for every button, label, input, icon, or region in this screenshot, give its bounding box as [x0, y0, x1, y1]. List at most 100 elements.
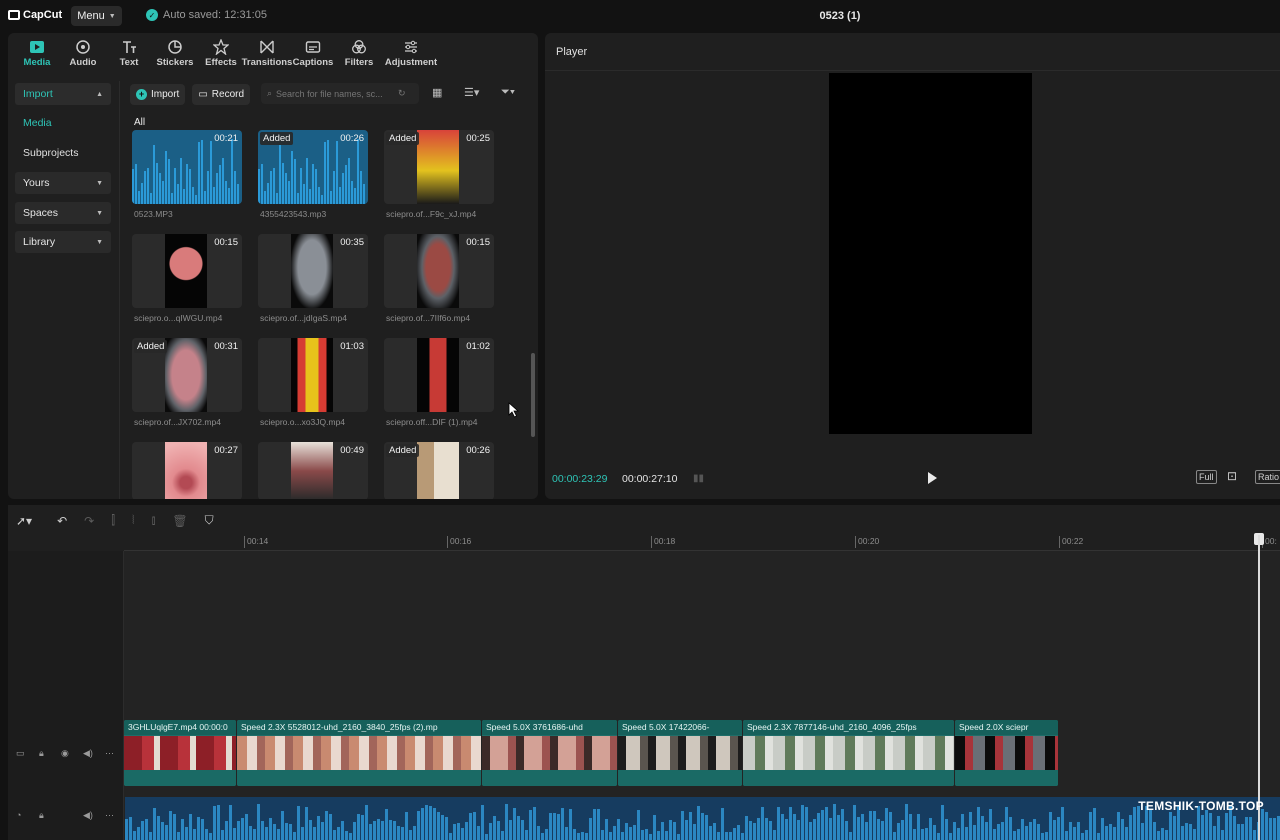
full-button[interactable]: Full — [1196, 470, 1217, 484]
import-button[interactable]: + Import — [130, 83, 186, 105]
waveform-bar — [318, 187, 320, 204]
eye-icon[interactable]: ◉ — [61, 748, 69, 759]
media-card[interactable]: 00:21 — [132, 130, 242, 204]
waveform-bar — [1245, 817, 1248, 840]
play-icon[interactable] — [925, 471, 939, 485]
transitions-icon — [260, 40, 274, 53]
split-right-icon[interactable]: ⫾ — [152, 513, 156, 528]
speaker-icon[interactable]: ◀︎) — [83, 810, 93, 821]
video-clip[interactable]: 3GHLUqlgE7.mp4 00:00:0 — [124, 720, 236, 786]
sidebar-item-yours[interactable]: Yours ▼ — [15, 172, 111, 194]
waveform-bar — [1273, 818, 1276, 840]
playhead[interactable] — [1258, 535, 1260, 840]
media-card[interactable]: 00:15 — [384, 234, 494, 308]
select-tool-icon[interactable]: ➚▾ — [16, 514, 32, 528]
video-clip[interactable]: Speed 2.0X sciepr — [955, 720, 1058, 786]
video-clip[interactable]: Speed 2.3X 5528012-uhd_2160_3840_25fps (… — [237, 720, 481, 786]
waveform-bar — [557, 814, 560, 840]
waveform-bar — [189, 168, 191, 204]
media-card[interactable]: Added 00:26 — [384, 442, 494, 499]
tab-captions[interactable]: Captions — [290, 33, 336, 73]
audio-clip[interactable] — [125, 797, 1280, 840]
waveform-bar — [749, 820, 752, 840]
media-card[interactable]: Added 00:26 — [258, 130, 368, 204]
redo-icon[interactable]: ↷ — [84, 514, 94, 528]
added-badge: Added — [134, 340, 168, 353]
tab-media[interactable]: Media — [14, 33, 60, 73]
tab-label: Stickers — [156, 56, 194, 68]
more-icon[interactable]: ⋯ — [105, 810, 114, 821]
waveform-bar — [513, 807, 516, 840]
tab-transitions[interactable]: Transitions — [242, 33, 292, 73]
sidebar-item-library[interactable]: Library ▼ — [15, 231, 111, 253]
more-icon[interactable]: ⋯ — [105, 748, 114, 759]
waveform-bar — [253, 828, 256, 840]
video-preview[interactable] — [829, 73, 1032, 434]
waveform-bar — [361, 814, 364, 840]
waveform-bar — [717, 831, 720, 840]
media-card[interactable]: Added 00:25 — [384, 130, 494, 204]
media-filename: sciepro.of...JX702.mp4 — [134, 417, 221, 427]
lock-icon[interactable]: 🔒︎ — [39, 810, 44, 821]
lock-icon[interactable]: 🔒︎ — [39, 748, 44, 759]
sidebar-item-import[interactable]: Import ▲ — [15, 83, 111, 105]
video-clip[interactable]: Speed 2.3X 7877146-uhd_2160_4096_25fps — [743, 720, 954, 786]
waveform-bar — [309, 819, 312, 840]
tab-filters[interactable]: Filters — [336, 33, 382, 73]
timeline-toolbar: ➚▾ ↶ ↷ ⫿ ⦚ ⫾ 🗑 ⛉ — [16, 513, 214, 528]
import-label: Import — [151, 88, 180, 100]
media-card[interactable]: 00:27 — [132, 442, 242, 499]
sidebar-item-subprojects[interactable]: Subprojects — [23, 147, 78, 159]
zoom-icon[interactable]: ⊡ — [1227, 469, 1237, 483]
tab-stickers[interactable]: Stickers — [152, 33, 198, 73]
split-left-icon[interactable]: ⦚ — [132, 513, 135, 528]
media-card[interactable]: 01:02 — [384, 338, 494, 412]
grid-view-icon[interactable]: ▦ — [432, 86, 442, 99]
waveform-bar — [725, 831, 728, 840]
media-card[interactable]: 01:03 — [258, 338, 368, 412]
timeline-ruler[interactable]: 00:14 00:16 00:18 00:20 00:22 00: — [124, 533, 1280, 551]
shield-icon[interactable]: ⛉ — [205, 513, 214, 528]
media-filename: sciepro.o...xo3JQ.mp4 — [260, 417, 346, 427]
waveform-bar — [1069, 821, 1072, 840]
waveform-bar — [216, 172, 218, 204]
waveform-bar — [285, 823, 288, 840]
record-button[interactable]: ▭ Record — [192, 83, 251, 105]
speaker-icon[interactable]: ◀︎) — [83, 748, 93, 759]
waveform-bar — [135, 164, 137, 204]
media-card[interactable]: 00:49 — [258, 442, 368, 499]
waveform-bar — [929, 818, 932, 840]
video-clip[interactable]: Speed 5.0X 3761686-uhd — [482, 720, 617, 786]
waveform-bar — [565, 827, 568, 840]
refresh-icon[interactable]: ↻ — [398, 88, 406, 99]
waveform-bar — [195, 195, 197, 204]
tab-audio[interactable]: Audio — [60, 33, 106, 73]
tab-effects[interactable]: Effects — [198, 33, 244, 73]
split-icon[interactable]: ⫿ — [111, 513, 115, 528]
waveform-bar — [801, 805, 804, 840]
media-card[interactable]: 00:35 — [258, 234, 368, 308]
filter-icon[interactable]: ⏷▾ — [501, 86, 515, 99]
clip-audio-strip — [955, 770, 1058, 786]
waveform-bar — [297, 193, 299, 204]
waveform-bar — [357, 138, 359, 204]
tab-adjustment[interactable]: Adjustment — [382, 33, 440, 73]
undo-icon[interactable]: ↶ — [57, 514, 67, 528]
video-clip[interactable]: Speed 5.0X 17422066- — [618, 720, 742, 786]
waveform-bar — [1113, 827, 1116, 840]
clip-label: Speed 2.3X 7877146-uhd_2160_4096_25fps — [743, 720, 954, 735]
sort-icon[interactable]: ☰▾ — [464, 86, 479, 99]
delete-icon[interactable]: 🗑 — [172, 514, 187, 528]
tab-text[interactable]: Text — [106, 33, 152, 73]
waveform-bar — [169, 810, 172, 840]
media-scrollbar[interactable] — [531, 353, 535, 437]
tab-label: Effects — [205, 56, 237, 68]
media-card[interactable]: Added 00:31 — [132, 338, 242, 412]
waveform-bar — [336, 140, 338, 204]
media-card[interactable]: 00:15 — [132, 234, 242, 308]
timecode-format-icon[interactable]: ▮▮ — [693, 473, 704, 484]
sidebar-item-media[interactable]: Media — [23, 117, 52, 129]
sidebar-item-spaces[interactable]: Spaces ▼ — [15, 202, 111, 224]
ratio-button[interactable]: Ratio — [1255, 470, 1280, 484]
search-input[interactable] — [276, 88, 395, 99]
